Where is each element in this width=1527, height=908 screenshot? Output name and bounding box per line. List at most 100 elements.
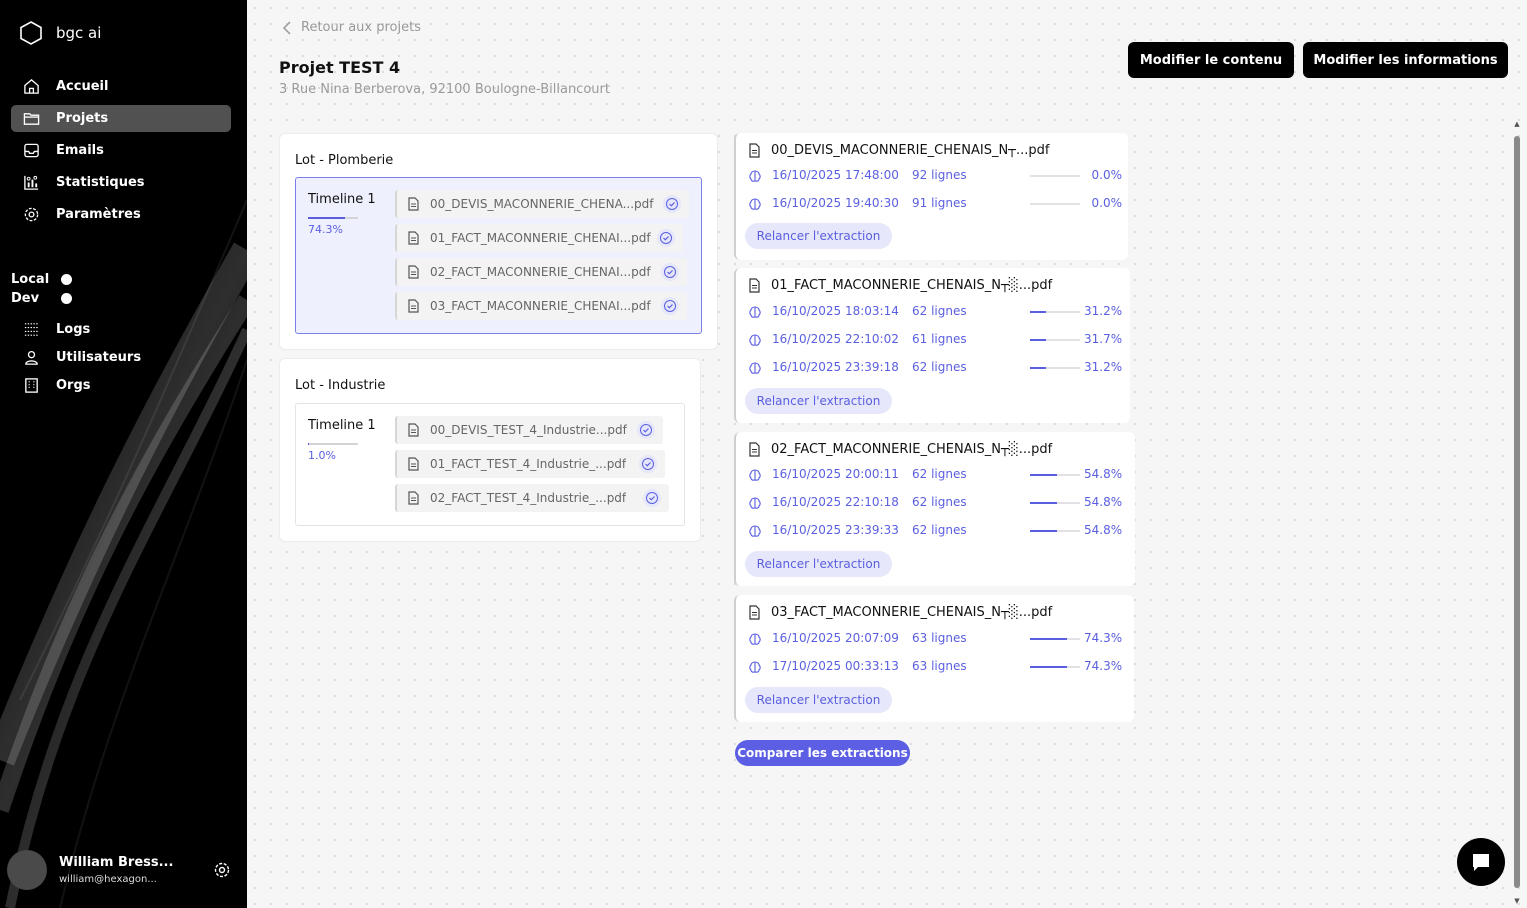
user-name: William Bress...	[59, 855, 174, 870]
document-icon	[749, 605, 760, 620]
nav-item-accueil[interactable]: Accueil	[11, 73, 231, 100]
avatar[interactable]	[7, 850, 47, 890]
file-item[interactable]: 01_FACT_TEST_4_Industrie_...pdf	[395, 450, 665, 478]
stats-icon	[24, 175, 39, 190]
extraction-progress-bar	[1030, 367, 1080, 369]
document-icon	[408, 299, 419, 313]
document-icon	[408, 265, 419, 279]
env-dev-toggle[interactable]	[61, 293, 72, 304]
nav-item-orgs[interactable]: Orgs	[11, 372, 231, 398]
env-local[interactable]: Local	[11, 270, 72, 289]
nav-item-parametres[interactable]: Paramètres	[11, 201, 231, 228]
back-link[interactable]: Retour aux projets	[281, 20, 421, 35]
admin-nav: Logs Utilisateurs Orgs	[11, 316, 231, 400]
extraction-row[interactable]: 16/10/2025 17:48:00 92 lignes 0.0%	[748, 167, 1128, 185]
nav-item-statistiques[interactable]: Statistiques	[11, 169, 231, 196]
file-name: 02_FACT_TEST_4_Industrie_...pdf	[430, 491, 627, 505]
extraction-row[interactable]: 16/10/2025 23:39:18 62 lignes 31.2%	[748, 359, 1128, 377]
main-content: Retour aux projets Projet TEST 4 3 Rue N…	[247, 0, 1527, 908]
building-icon	[25, 377, 38, 393]
timeline-progress-fill	[308, 217, 346, 219]
edit-content-button[interactable]: Modifier le contenu	[1128, 42, 1294, 78]
document-icon	[408, 457, 419, 471]
extraction-file: 01_FACT_MACONNERIE_CHENAIS_N┬░...pdf	[748, 278, 1052, 293]
document-icon	[749, 442, 760, 457]
timeline-box[interactable]: Timeline 1 1.0% 00_DEVIS_TEST_4_Industri…	[295, 403, 685, 526]
main-nav: Accueil Projets Emails Statistiques Para…	[11, 73, 231, 233]
edit-info-button[interactable]: Modifier les informations	[1303, 42, 1508, 78]
brand-name: bgc ai	[56, 24, 102, 42]
extraction-progress-bar	[1030, 666, 1080, 668]
scroll-up-arrow-icon[interactable]: ▲	[1513, 120, 1521, 128]
extraction-progress-fill	[1030, 339, 1046, 341]
nav-label: Logs	[56, 321, 91, 337]
file-name: 00_DEVIS_TEST_4_Industrie...pdf	[430, 423, 627, 437]
extraction-row[interactable]: 16/10/2025 18:03:14 62 lignes 31.2%	[748, 303, 1128, 321]
extraction-row[interactable]: 16/10/2025 22:10:18 62 lignes 54.8%	[748, 494, 1128, 512]
relaunch-extraction-button[interactable]: Relancer l'extraction	[745, 223, 892, 249]
chat-button[interactable]	[1457, 838, 1505, 886]
compare-extractions-button[interactable]: Comparer les extractions	[735, 740, 910, 766]
nav-label: Emails	[56, 143, 104, 158]
extraction-date: 16/10/2025 19:40:30	[772, 196, 899, 210]
extraction-row[interactable]: 16/10/2025 19:40:30 91 lignes 0.0%	[748, 195, 1128, 213]
brain-icon	[749, 362, 761, 374]
scrollbar-thumb[interactable]	[1514, 136, 1520, 888]
list-icon	[24, 322, 39, 336]
file-item[interactable]: 00_DEVIS_MACONNERIE_CHENA...pdf	[395, 190, 689, 218]
brand[interactable]: bgc ai	[18, 20, 101, 46]
env-dev[interactable]: Dev	[11, 289, 72, 308]
extraction-progress-bar	[1030, 474, 1080, 476]
nav-item-logs[interactable]: Logs	[11, 316, 231, 342]
env-local-toggle[interactable]	[61, 274, 72, 285]
extraction-row[interactable]: 16/10/2025 23:39:33 62 lignes 54.8%	[748, 522, 1128, 540]
relaunch-extraction-button[interactable]: Relancer l'extraction	[745, 551, 892, 577]
brain-icon	[749, 633, 761, 645]
extraction-row[interactable]: 17/10/2025 00:33:13 63 lignes 74.3%	[748, 658, 1128, 676]
env-toggles: Local Dev	[11, 270, 72, 308]
settings-gear-icon[interactable]	[213, 861, 231, 879]
extraction-percent: 74.3%	[1084, 659, 1123, 673]
relaunch-extraction-button[interactable]: Relancer l'extraction	[745, 388, 892, 414]
extraction-percent: 54.8%	[1084, 523, 1123, 537]
file-item[interactable]: 02_FACT_MACONNERIE_CHENAI...pdf	[395, 258, 687, 286]
brain-icon	[749, 497, 761, 509]
nav-label: Orgs	[56, 377, 91, 393]
file-name: 00_DEVIS_MACONNERIE_CHENA...pdf	[430, 197, 654, 211]
extraction-progress-bar	[1030, 175, 1080, 177]
extraction-row[interactable]: 16/10/2025 22:10:02 61 lignes 31.7%	[748, 331, 1128, 349]
project-address: 3 Rue Nina Berberova, 92100 Boulogne-Bil…	[279, 82, 610, 97]
brain-icon	[749, 469, 761, 481]
extraction-progress-fill	[1030, 530, 1058, 532]
scrollbar[interactable]: ▲ ▼	[1513, 120, 1521, 905]
nav-item-projets[interactable]: Projets	[11, 105, 231, 132]
extraction-file-name: 00_DEVIS_MACONNERIE_CHENAIS_N┬...pdf	[771, 143, 1050, 158]
brain-icon	[749, 170, 761, 182]
brain-icon	[749, 198, 761, 210]
relaunch-extraction-button[interactable]: Relancer l'extraction	[745, 687, 892, 713]
extraction-lines: 62 lignes	[912, 495, 967, 509]
nav-label: Accueil	[56, 79, 109, 94]
extraction-date: 16/10/2025 22:10:18	[772, 495, 899, 509]
file-item[interactable]: 01_FACT_MACONNERIE_CHENAI...pdf	[395, 224, 683, 252]
scroll-down-arrow-icon[interactable]: ▼	[1513, 897, 1521, 905]
file-item[interactable]: 03_FACT_MACONNERIE_CHENAI...pdf	[395, 292, 687, 320]
extraction-row[interactable]: 16/10/2025 20:07:09 63 lignes 74.3%	[748, 630, 1128, 648]
nav-item-emails[interactable]: Emails	[11, 137, 231, 164]
extraction-row[interactable]: 16/10/2025 20:00:11 62 lignes 54.8%	[748, 466, 1128, 484]
extraction-percent: 74.3%	[1084, 631, 1123, 645]
file-item[interactable]: 00_DEVIS_TEST_4_Industrie...pdf	[395, 416, 663, 444]
nav-item-utilisateurs[interactable]: Utilisateurs	[11, 344, 231, 370]
check-icon	[663, 195, 681, 213]
timeline-progress-fill	[308, 443, 309, 445]
nav-label: Projets	[56, 111, 109, 126]
lot-title: Lot - Plomberie	[295, 153, 394, 168]
page-title: Projet TEST 4	[279, 58, 401, 77]
timeline-label: Timeline 1	[308, 418, 376, 433]
extraction-file: 03_FACT_MACONNERIE_CHENAIS_N┬░...pdf	[748, 605, 1052, 620]
user-profile[interactable]: William Bress... william@hexagon...	[7, 850, 242, 890]
timeline-box[interactable]: Timeline 1 74.3% 00_DEVIS_MACONNERIE_CHE…	[295, 177, 702, 334]
extraction-lines: 62 lignes	[912, 304, 967, 318]
file-item[interactable]: 02_FACT_TEST_4_Industrie_...pdf	[395, 484, 669, 512]
extraction-file: 02_FACT_MACONNERIE_CHENAIS_N┬░...pdf	[748, 442, 1052, 457]
